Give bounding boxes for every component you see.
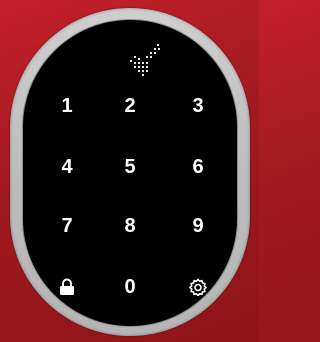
lock-icon bbox=[59, 278, 75, 296]
key-7[interactable]: 7 bbox=[47, 209, 87, 243]
smart-lock-keypad-device: 1 2 3 4 5 6 7 8 9 0 bbox=[10, 8, 250, 336]
keypad-grid: 1 2 3 4 5 6 7 8 9 0 bbox=[23, 20, 237, 326]
key-label: 2 bbox=[124, 94, 136, 117]
key-label: 9 bbox=[192, 214, 204, 237]
key-label: 4 bbox=[61, 155, 73, 178]
key-label: 7 bbox=[61, 214, 73, 237]
lock-button[interactable] bbox=[47, 270, 87, 304]
key-8[interactable]: 8 bbox=[110, 209, 150, 243]
key-label: 3 bbox=[192, 94, 204, 117]
key-label: 8 bbox=[124, 214, 136, 237]
key-label: 6 bbox=[192, 155, 204, 178]
key-3[interactable]: 3 bbox=[178, 89, 218, 123]
key-0[interactable]: 0 bbox=[110, 270, 150, 304]
key-label: 1 bbox=[61, 94, 73, 117]
key-2[interactable]: 2 bbox=[110, 89, 150, 123]
settings-button[interactable] bbox=[178, 270, 218, 304]
key-5[interactable]: 5 bbox=[110, 150, 150, 184]
key-label: 0 bbox=[124, 275, 136, 298]
gear-icon bbox=[189, 278, 207, 296]
key-1[interactable]: 1 bbox=[47, 89, 87, 123]
key-4[interactable]: 4 bbox=[47, 150, 87, 184]
key-label: 5 bbox=[124, 155, 136, 178]
keypad-screen: 1 2 3 4 5 6 7 8 9 0 bbox=[23, 20, 237, 326]
key-9[interactable]: 9 bbox=[178, 209, 218, 243]
key-6[interactable]: 6 bbox=[178, 150, 218, 184]
